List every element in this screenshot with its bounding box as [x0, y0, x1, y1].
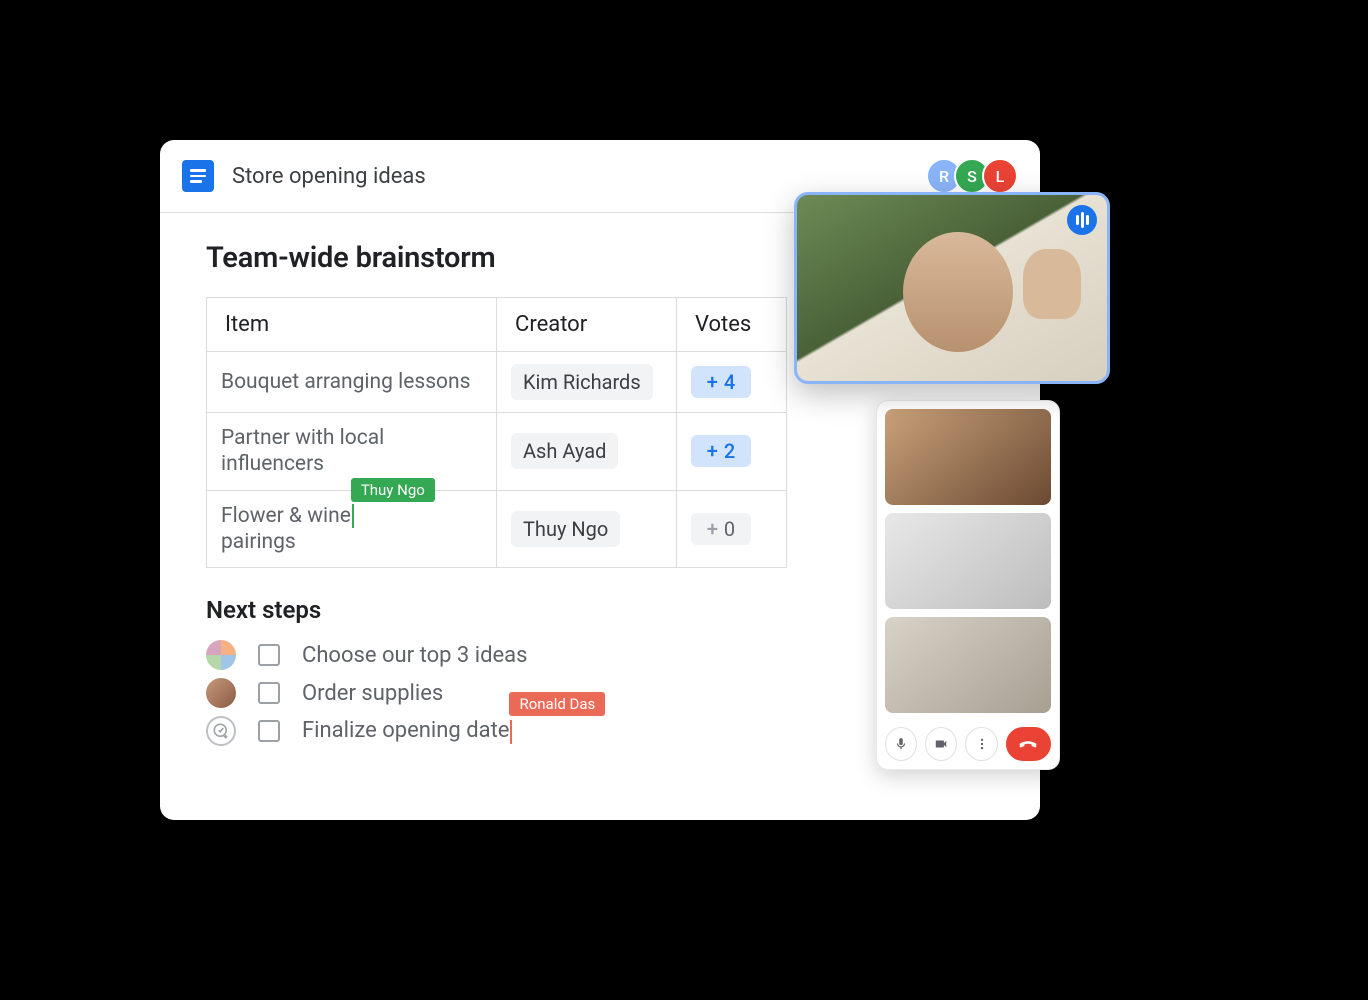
- speaker-face: [903, 232, 1013, 352]
- task-checkbox[interactable]: [258, 682, 280, 704]
- hangup-button[interactable]: [1006, 727, 1051, 761]
- participant-thumbnail[interactable]: [885, 617, 1051, 713]
- camera-button[interactable]: [925, 727, 957, 761]
- remote-cursor: Ronald Das: [509, 718, 513, 743]
- vote-button[interactable]: +4: [691, 366, 751, 398]
- speaker-hand: [1023, 249, 1081, 319]
- creator-chip[interactable]: Ash Ayad: [511, 433, 618, 469]
- cursor-user-tag: Thuy Ngo: [351, 478, 435, 503]
- collaborator-avatars: R S L: [934, 158, 1018, 194]
- column-header-item: Item: [207, 298, 497, 352]
- meet-controls: [885, 721, 1051, 761]
- assign-task-icon[interactable]: [206, 716, 236, 746]
- table-row: Flower & wineThuy Ngopairings Thuy Ngo +…: [207, 490, 787, 568]
- task-checkbox[interactable]: [258, 644, 280, 666]
- table-row: Bouquet arranging lessons Kim Richards +…: [207, 352, 787, 413]
- participant-thumbnail[interactable]: [885, 513, 1051, 609]
- participant-thumbnail[interactable]: [885, 409, 1051, 505]
- column-header-votes: Votes: [677, 298, 787, 352]
- docs-window: Store opening ideas R S L Team-wide brai…: [160, 140, 1040, 820]
- task-text: Order supplies: [302, 681, 443, 706]
- more-options-button[interactable]: [965, 727, 997, 761]
- collaborator-avatar-l[interactable]: L: [982, 158, 1018, 194]
- vote-button[interactable]: +0: [691, 513, 751, 545]
- task-text: Choose our top 3 ideas: [302, 643, 528, 668]
- table-row: Partner with local influencers Ash Ayad …: [207, 413, 787, 491]
- assignee-avatar[interactable]: [206, 678, 236, 708]
- remote-cursor: Thuy Ngo: [351, 504, 355, 528]
- column-header-creator: Creator: [497, 298, 677, 352]
- item-text: Partner with local influencers: [221, 425, 482, 478]
- docs-app-icon[interactable]: [182, 160, 214, 192]
- item-text: Bouquet arranging lessons: [221, 369, 482, 395]
- speaking-indicator-icon: [1067, 205, 1097, 235]
- creator-chip[interactable]: Kim Richards: [511, 364, 653, 400]
- brainstorm-table: Item Creator Votes Bouquet arranging les…: [206, 297, 787, 568]
- assignee-avatar[interactable]: [206, 640, 236, 670]
- item-text: Flower & wineThuy Ngopairings: [221, 503, 482, 556]
- document-title[interactable]: Store opening ideas: [232, 164, 426, 189]
- cursor-user-tag: Ronald Das: [509, 692, 605, 716]
- mic-button[interactable]: [885, 727, 917, 761]
- vote-button[interactable]: +2: [691, 435, 751, 467]
- task-checkbox[interactable]: [258, 720, 280, 742]
- active-speaker-tile[interactable]: [794, 192, 1110, 384]
- creator-chip[interactable]: Thuy Ngo: [511, 511, 620, 547]
- meet-panel: [876, 400, 1060, 770]
- table-header-row: Item Creator Votes: [207, 298, 787, 352]
- task-text: Finalize opening dateRonald Das: [302, 718, 513, 743]
